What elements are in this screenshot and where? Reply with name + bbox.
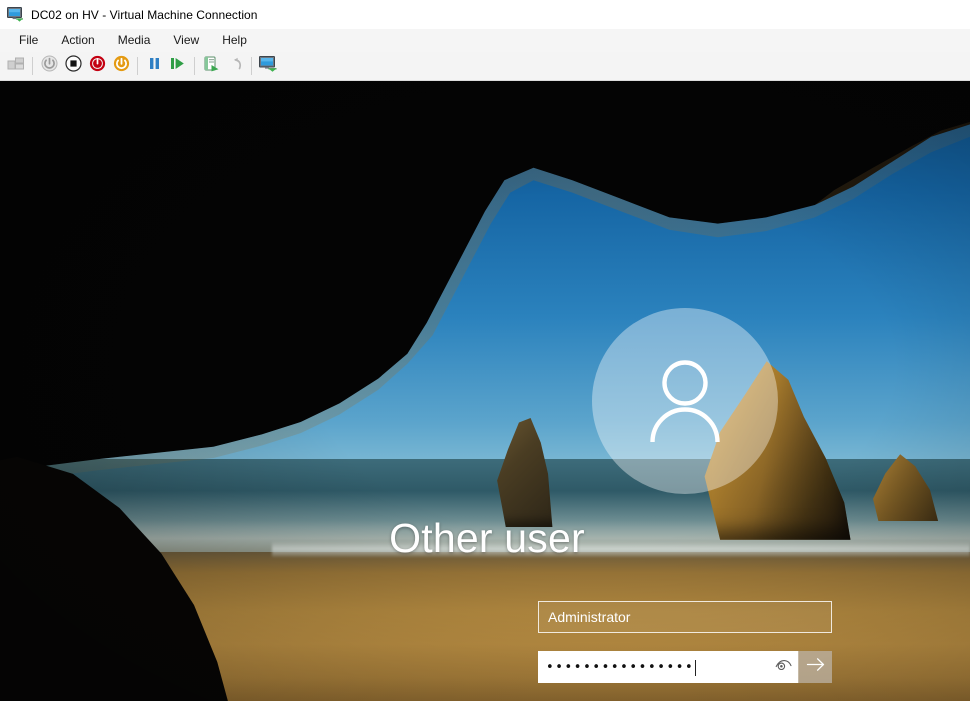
toolbar-separator xyxy=(32,57,33,75)
power-orange-icon xyxy=(113,55,130,77)
title-bar: DC02 on HV - Virtual Machine Connection xyxy=(0,0,970,29)
pause-button[interactable] xyxy=(142,54,166,78)
enhanced-session-icon xyxy=(258,55,278,77)
toolbar-separator xyxy=(251,57,252,75)
submit-button[interactable] xyxy=(798,651,832,683)
eye-reveal-password-icon xyxy=(775,658,792,676)
save-state-button[interactable] xyxy=(109,54,133,78)
menu-item-file[interactable]: File xyxy=(10,31,47,49)
stop-square-icon xyxy=(64,55,82,77)
menu-bar: File Action Media View Help xyxy=(0,29,970,52)
pause-icon xyxy=(147,56,162,76)
user-display-name: Other user xyxy=(389,515,585,561)
avatar xyxy=(592,308,778,494)
play-icon xyxy=(170,56,186,76)
username-input[interactable]: Administrator xyxy=(538,601,832,633)
revert-button[interactable] xyxy=(223,54,247,78)
ctrl-alt-delete-button[interactable] xyxy=(4,54,28,78)
checkpoint-button[interactable] xyxy=(199,54,223,78)
username-value: Administrator xyxy=(548,609,631,625)
menu-item-action[interactable]: Action xyxy=(52,31,103,49)
start-button[interactable] xyxy=(37,54,61,78)
resume-button[interactable] xyxy=(166,54,190,78)
shutdown-red-icon xyxy=(89,55,106,77)
window-title: DC02 on HV - Virtual Machine Connection xyxy=(31,7,258,22)
enhanced-session-button[interactable] xyxy=(256,54,280,78)
toolbar xyxy=(0,52,970,81)
turn-off-button[interactable] xyxy=(61,54,85,78)
reveal-password-button[interactable] xyxy=(768,651,798,683)
vm-screen-canvas[interactable]: Other user Administrator •••••••••••••••… xyxy=(0,81,970,701)
toolbar-separator xyxy=(194,57,195,75)
menu-item-view[interactable]: View xyxy=(164,31,208,49)
toolbar-separator xyxy=(137,57,138,75)
revert-arrow-icon xyxy=(227,56,243,76)
virtual-machine-connection-window: DC02 on HV - Virtual Machine Connection … xyxy=(0,0,970,701)
shut-down-button[interactable] xyxy=(85,54,109,78)
menu-item-help[interactable]: Help xyxy=(213,31,256,49)
keyboard-icon xyxy=(7,56,25,76)
menu-item-media[interactable]: Media xyxy=(109,31,160,49)
logon-ui: Other user Administrator •••••••••••••••… xyxy=(0,81,970,701)
virtual-machine-icon xyxy=(7,7,24,22)
password-input[interactable]: •••••••••••••••• xyxy=(538,651,768,683)
generic-user-avatar-icon xyxy=(633,349,737,453)
checkpoint-icon xyxy=(203,56,220,77)
password-row: •••••••••••••••• xyxy=(538,651,832,683)
power-start-icon xyxy=(41,55,58,77)
arrow-right-icon xyxy=(806,657,826,677)
text-caret xyxy=(695,660,697,676)
password-value: •••••••••••••••• xyxy=(546,660,695,674)
